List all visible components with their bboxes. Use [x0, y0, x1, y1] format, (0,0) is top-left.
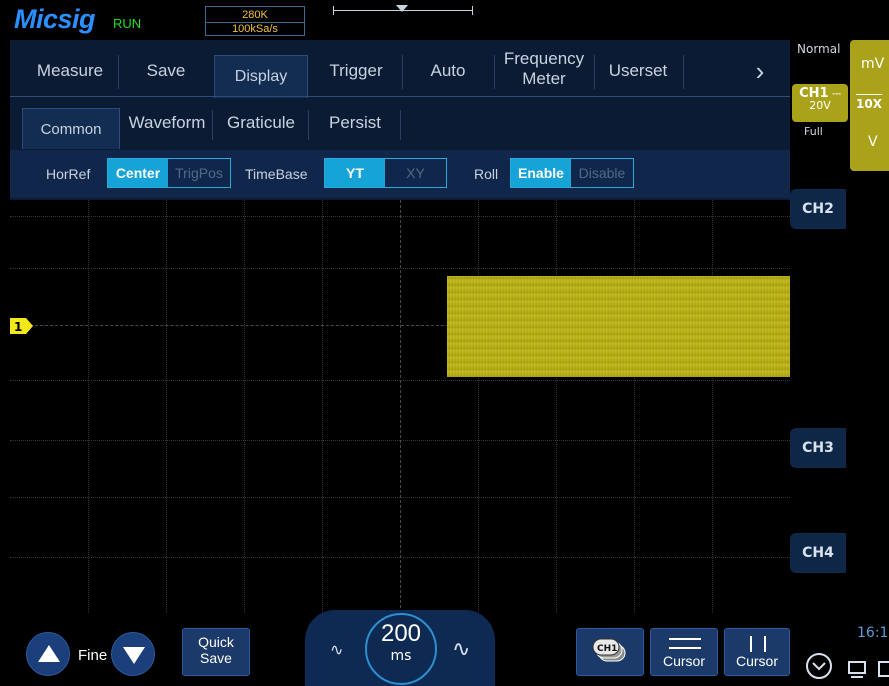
tab-divider: [118, 55, 119, 89]
scale-unit-v[interactable]: V: [868, 134, 878, 150]
tab-divider: [683, 55, 684, 89]
next-tabs-chevron-icon[interactable]: ›: [730, 47, 790, 95]
tab-divider: [594, 55, 595, 89]
acquisition-info[interactable]: 280K 100kSa/s: [205, 6, 305, 36]
memory-depth: 280K: [206, 9, 304, 23]
horizontal-cursor-icon: [669, 638, 701, 649]
ch1-marker-label: 1: [14, 320, 22, 334]
tab-save[interactable]: Save: [122, 47, 210, 95]
ch1-level-marker[interactable]: 1: [10, 318, 34, 334]
grid-line: [322, 200, 323, 613]
subtab-divider: [212, 110, 213, 140]
ch2-button[interactable]: CH2: [790, 189, 846, 229]
grid-line: [712, 200, 713, 613]
horref-trigpos-option[interactable]: TrigPos: [168, 159, 230, 187]
roll-disable-option[interactable]: Disable: [571, 159, 633, 187]
tab-frequency-meter[interactable]: Frequency Meter: [498, 49, 590, 97]
tab-auto[interactable]: Auto: [406, 47, 490, 95]
arrow-down-icon: [123, 647, 145, 664]
subtab-divider: [308, 110, 309, 140]
grid-line: [10, 557, 790, 558]
arrow-up-icon: [38, 645, 60, 662]
ch1-waveform: [447, 276, 790, 377]
grid-line: [166, 200, 167, 613]
channel-stack-button[interactable]: CH1: [576, 628, 644, 676]
grid-line: [10, 216, 790, 217]
timebase-yt-option[interactable]: YT: [325, 159, 385, 187]
vertical-cursor-label: Cursor: [735, 653, 778, 669]
quick-save-button[interactable]: Quick Save: [182, 628, 250, 676]
horref-toggle[interactable]: Center TrigPos: [107, 158, 231, 188]
subtab-waveform[interactable]: Waveform: [124, 104, 210, 142]
horref-center-option[interactable]: Center: [108, 159, 168, 187]
ch1-stack-icon: CH1: [592, 638, 626, 662]
vertical-cursor-button[interactable]: Cursor: [724, 628, 790, 676]
ch4-button[interactable]: CH4: [790, 533, 846, 573]
tab-display[interactable]: Display: [214, 55, 308, 98]
grid-line: [244, 200, 245, 613]
timebase-label: TimeBase: [245, 166, 308, 182]
tab-divider: [494, 55, 495, 89]
grid-center-line: [400, 200, 401, 613]
subtab-persist[interactable]: Persist: [312, 104, 398, 142]
grid-line: [10, 440, 790, 441]
subtab-common[interactable]: Common: [22, 108, 120, 149]
brand-logo: Micsig: [14, 4, 96, 34]
horizontal-cursor-label: Cursor: [662, 653, 705, 669]
subtab-divider: [400, 110, 401, 140]
system-icons: [806, 653, 889, 679]
screen-icon[interactable]: [848, 661, 866, 678]
ch1-scale: 20V: [809, 99, 831, 112]
horizontal-cursor-button[interactable]: Cursor: [650, 628, 718, 676]
roll-enable-option[interactable]: Enable: [511, 159, 571, 187]
timebase-unit: ms: [390, 648, 412, 664]
vertical-cursor-icon: [750, 636, 766, 652]
trigger-mode[interactable]: Normal: [797, 42, 840, 56]
grid-line: [10, 268, 790, 269]
ch1-bandwidth: Full: [804, 125, 823, 138]
probe-ratio[interactable]: 10X: [856, 94, 882, 111]
vertical-scale-panel[interactable]: mV 10X V: [850, 40, 889, 171]
roll-label: Roll: [474, 166, 499, 182]
clock: 16:19: [857, 625, 889, 641]
fine-down-button[interactable]: [111, 632, 155, 676]
quick-save-line1: Quick: [198, 634, 234, 650]
grid-line: [478, 200, 479, 613]
grid-line: [10, 380, 790, 381]
window-icon[interactable]: [878, 661, 889, 677]
timebase-value: 200: [380, 620, 422, 647]
timebase-toggle[interactable]: YT XY: [324, 158, 447, 188]
timebase-xy-option[interactable]: XY: [385, 159, 446, 187]
timebase-decrease-icon[interactable]: ∿: [330, 640, 343, 659]
fine-label[interactable]: Fine: [78, 647, 107, 664]
fine-up-button[interactable]: [26, 632, 70, 676]
tab-trigger[interactable]: Trigger: [312, 47, 400, 95]
roll-toggle[interactable]: Enable Disable: [510, 158, 634, 188]
timebase-increase-icon[interactable]: ∿: [452, 637, 470, 662]
tab-userset[interactable]: Userset: [598, 47, 678, 95]
run-state[interactable]: RUN: [113, 16, 141, 31]
grid-line: [556, 200, 557, 613]
collapse-chevron-icon[interactable]: [806, 653, 832, 679]
sample-rate: 100kSa/s: [232, 23, 278, 35]
subtab-graticule[interactable]: Graticule: [216, 104, 306, 142]
menu-divider: [10, 96, 790, 97]
scale-unit-mv[interactable]: mV: [861, 56, 884, 72]
trigger-position-marker[interactable]: [396, 5, 408, 12]
quick-save-line2: Save: [200, 650, 232, 666]
grid-line: [88, 200, 89, 613]
grid-line: [10, 497, 790, 498]
tab-divider: [402, 55, 403, 89]
timebase-knob[interactable]: 200 ms: [365, 613, 437, 685]
grid-line: [634, 200, 635, 613]
ch1-stack-label: CH1: [597, 644, 617, 654]
ch3-button[interactable]: CH3: [790, 428, 846, 468]
horref-label: HorRef: [46, 166, 91, 182]
tab-measure[interactable]: Measure: [24, 47, 116, 95]
ch1-button[interactable]: CH1 ⎓ 20V: [792, 84, 848, 122]
